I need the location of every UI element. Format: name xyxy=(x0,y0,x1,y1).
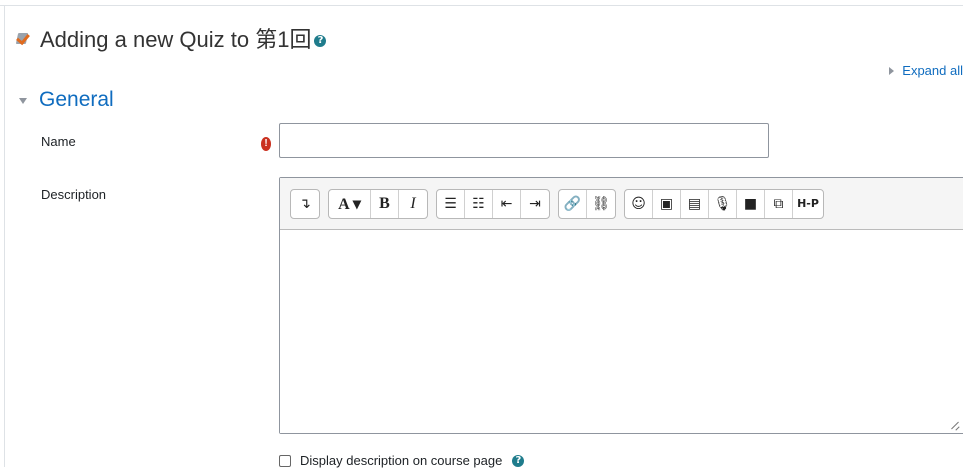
description-content-area[interactable] xyxy=(280,231,963,433)
name-input[interactable] xyxy=(279,123,769,158)
quiz-icon xyxy=(15,30,31,46)
editor-toolbar: ↴ A ▾ B I ☰ ☷ ⇤ ⇥ 🔗 ⛓ ☺ ▣ ▤ 🎙 ■ ⧉ H-P xyxy=(280,178,963,230)
caret-right-icon xyxy=(889,66,895,75)
display-description-label: Display description on course page xyxy=(300,453,503,468)
help-icon[interactable]: ? xyxy=(512,454,525,467)
toolbar-group: ↴ xyxy=(290,188,320,219)
description-label: Description xyxy=(41,187,107,202)
link-icon[interactable]: 🔗 xyxy=(559,189,587,218)
ordered-list-icon[interactable]: ☷ xyxy=(465,189,493,218)
italic-icon[interactable]: I xyxy=(399,190,427,218)
toolbar-group: 🔗 ⛓ xyxy=(558,188,616,219)
resize-handle[interactable] xyxy=(951,422,959,430)
toolbar-group: A ▾ B I xyxy=(328,188,428,219)
outdent-icon[interactable]: ⇤ xyxy=(493,189,521,218)
toolbar-group: ☰ ☷ ⇤ ⇥ xyxy=(436,188,550,219)
description-editor: ↴ A ▾ B I ☰ ☷ ⇤ ⇥ 🔗 ⛓ ☺ ▣ ▤ 🎙 ■ ⧉ H-P xyxy=(279,177,963,434)
expand-all-link[interactable]: Expand all xyxy=(889,63,963,78)
toolbar-group: ☺ ▣ ▤ 🎙 ■ ⧉ H-P xyxy=(624,188,824,219)
emoji-icon[interactable]: ☺ xyxy=(625,189,653,218)
bold-icon[interactable]: B xyxy=(371,189,399,218)
manage-files-icon[interactable]: ⧉ xyxy=(765,189,793,218)
left-border xyxy=(4,5,5,467)
record-video-icon[interactable]: ■ xyxy=(737,189,765,218)
show-more-icon[interactable]: ↴ xyxy=(291,190,319,218)
top-border xyxy=(0,5,963,6)
font-style-icon[interactable]: A ▾ xyxy=(329,189,371,218)
unlink-icon[interactable]: ⛓ xyxy=(587,190,615,218)
image-icon[interactable]: ▣ xyxy=(653,189,681,218)
section-general-toggle[interactable]: General xyxy=(19,88,114,112)
chevron-down-icon xyxy=(19,98,27,104)
page-header: Adding a new Quiz to 第1回 ? xyxy=(15,22,327,54)
section-title: General xyxy=(39,88,114,111)
display-description-row: Display description on course page ? xyxy=(279,453,525,468)
required-icon: ! xyxy=(261,137,271,151)
name-label: Name xyxy=(41,134,76,149)
indent-icon[interactable]: ⇥ xyxy=(521,190,549,218)
unordered-list-icon[interactable]: ☰ xyxy=(437,189,465,218)
help-icon[interactable]: ? xyxy=(314,35,327,47)
expand-all-label: Expand all xyxy=(902,63,963,78)
h5p-icon[interactable]: H-P xyxy=(793,190,823,218)
record-audio-icon[interactable]: 🎙 xyxy=(709,189,737,218)
page-title: Adding a new Quiz to 第1回 xyxy=(40,27,312,52)
display-description-checkbox[interactable] xyxy=(279,454,291,467)
media-icon[interactable]: ▤ xyxy=(681,189,709,218)
